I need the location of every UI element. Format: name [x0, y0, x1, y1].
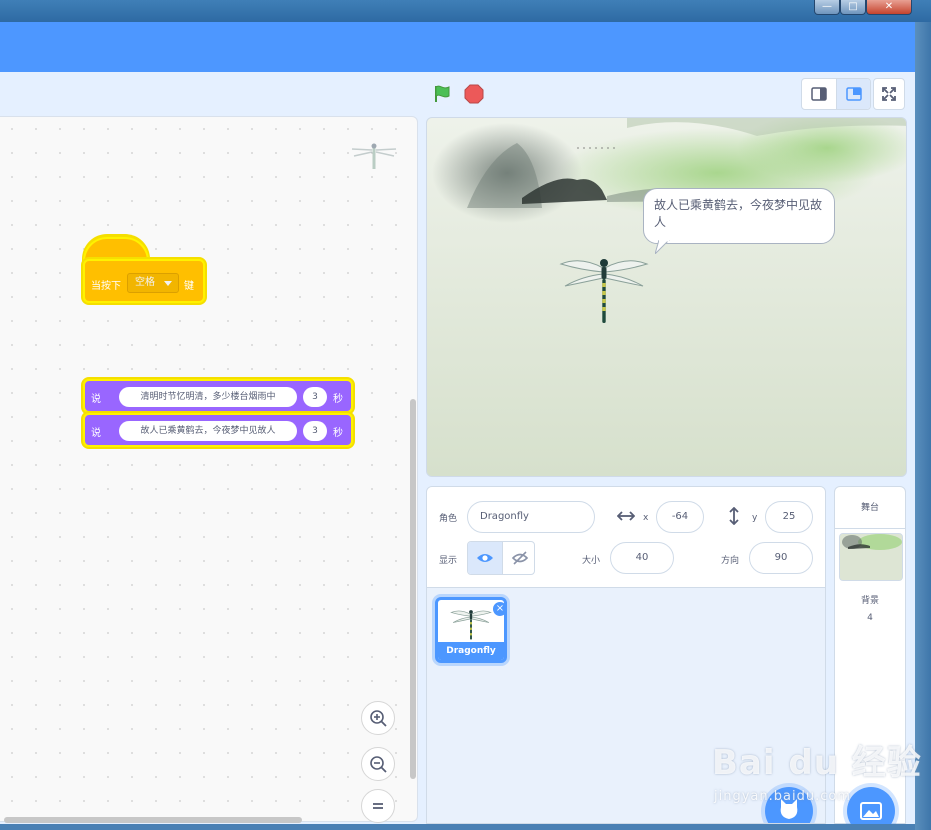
- zoom-out-button[interactable]: [361, 747, 395, 781]
- say-message-input[interactable]: 故人已乘黄鹤去，今夜梦中见故人: [119, 421, 297, 441]
- window-titlebar: — □ ✕: [0, 0, 931, 22]
- vertical-arrows-icon: [729, 507, 739, 525]
- x-label: x: [643, 513, 649, 523]
- key-suffix-label: 键: [184, 281, 194, 292]
- horizontal-scrollbar[interactable]: [4, 817, 302, 823]
- say-label: 说: [91, 394, 101, 405]
- backdrop-picture-icon: [860, 802, 882, 820]
- say-message-input[interactable]: 清明时节忆明清，多少楼台烟雨中: [119, 387, 297, 407]
- backdrop-thumbnail-image: [840, 534, 902, 580]
- stage-target-title: 舞台: [835, 487, 905, 529]
- small-stage-icon: [811, 87, 827, 101]
- sprite-tile-dragonfly[interactable]: × Dragonfly: [435, 597, 507, 663]
- stage-header: [0, 72, 915, 116]
- say-secs-input[interactable]: 3: [303, 387, 327, 407]
- eye-slash-icon: [511, 551, 529, 565]
- dragonfly-sprite-ghost-icon: [351, 143, 397, 169]
- minimize-button[interactable]: —: [814, 0, 840, 15]
- close-button[interactable]: ✕: [866, 0, 912, 15]
- code-area[interactable]: 当按下 空格 键 说 清明时节忆明清，多少楼台烟雨中 3 秒 说 故人已乘黄鹤去…: [0, 116, 418, 823]
- green-flag-icon: [435, 85, 450, 102]
- say-secs-input[interactable]: 3: [303, 421, 327, 441]
- direction-label: 方向: [721, 556, 740, 566]
- sprite-tile-name: Dragonfly: [438, 642, 504, 660]
- delete-sprite-button[interactable]: ×: [493, 602, 504, 616]
- baidu-watermark: Bai du 经验: [712, 743, 922, 783]
- say-label: 说: [91, 428, 101, 439]
- menu-bar: [0, 22, 915, 72]
- horizontal-arrows-icon: [617, 511, 635, 521]
- secs-unit-label: 秒: [333, 428, 343, 439]
- backdrop-label: 背景: [860, 596, 879, 606]
- stage-canvas[interactable]: 故人已乘黄鹤去，今夜梦中见故人: [426, 117, 907, 477]
- choose-backdrop-button[interactable]: [847, 787, 895, 824]
- small-stage-button[interactable]: [802, 79, 836, 109]
- stop-button[interactable]: [464, 84, 484, 104]
- dragonfly-thumbnail: [450, 610, 492, 640]
- say-for-secs-block[interactable]: 说 清明时节忆明清，多少楼台烟雨中 3 秒: [83, 379, 353, 413]
- secs-unit-label: 秒: [333, 394, 343, 405]
- window-frame-right: [915, 22, 931, 830]
- window-frame-bottom: [0, 824, 915, 830]
- speech-bubble-tail: [655, 240, 670, 254]
- scratch-editor: 当按下 空格 键 说 清明时节忆明清，多少楼台烟雨中 3 秒 说 故人已乘黄鹤去…: [0, 22, 915, 824]
- zoom-in-icon: [370, 710, 387, 727]
- stop-icon: [464, 84, 484, 104]
- direction-input[interactable]: 90: [749, 542, 813, 574]
- dragonfly-sprite[interactable]: [559, 250, 649, 324]
- key-dropdown[interactable]: 空格: [127, 273, 179, 293]
- x-input[interactable]: -64: [656, 501, 704, 533]
- green-flag-button[interactable]: [430, 82, 454, 106]
- key-dropdown-value: 空格: [135, 277, 155, 288]
- show-button[interactable]: [468, 542, 502, 574]
- chevron-down-icon: [164, 281, 172, 286]
- zoom-reset-icon: [373, 803, 383, 809]
- visibility-toggle: [467, 541, 535, 575]
- stage-size-toggle: [801, 78, 871, 110]
- zoom-reset-button[interactable]: [361, 789, 395, 823]
- sprite-name-input[interactable]: Dragonfly: [467, 501, 595, 533]
- size-input[interactable]: 40: [610, 542, 674, 574]
- sprite-name-label: 角色: [439, 514, 458, 524]
- y-label: y: [752, 513, 758, 523]
- y-input[interactable]: 25: [765, 501, 813, 533]
- vertical-scrollbar[interactable]: [410, 399, 416, 779]
- maximize-button[interactable]: □: [840, 0, 866, 15]
- say-for-secs-block[interactable]: 说 故人已乘黄鹤去，今夜梦中见故人 3 秒: [83, 413, 353, 447]
- speech-bubble: 故人已乘黄鹤去，今夜梦中见故人: [643, 188, 835, 244]
- normal-stage-icon: [846, 87, 862, 101]
- zoom-in-button[interactable]: [361, 701, 395, 735]
- backdrop-thumbnail[interactable]: [839, 533, 903, 581]
- fullscreen-icon: [882, 87, 896, 101]
- show-label: 显示: [439, 556, 458, 566]
- normal-stage-button[interactable]: [836, 79, 870, 109]
- when-key-pressed-block[interactable]: 当按下 空格 键: [83, 259, 205, 303]
- hide-button[interactable]: [502, 542, 534, 574]
- sprite-info-panel: 角色 Dragonfly x -64 y 25 显示 大小 40 方向 90: [427, 487, 825, 588]
- when-key-label: 当按下: [91, 281, 121, 292]
- scratch-window: — □ ✕ 当按下 空格 键 说 清明时节忆明清，多少楼台烟雨中 3 秒 说 故…: [0, 0, 931, 830]
- size-label: 大小: [582, 556, 601, 566]
- backdrop-count: 4: [867, 613, 873, 623]
- ink-landscape-backdrop: [427, 118, 906, 476]
- eye-icon: [477, 554, 493, 562]
- fullscreen-button[interactable]: [873, 78, 905, 110]
- baidu-watermark-url: jingyan.baidu.com: [714, 789, 851, 804]
- zoom-out-icon: [370, 756, 387, 773]
